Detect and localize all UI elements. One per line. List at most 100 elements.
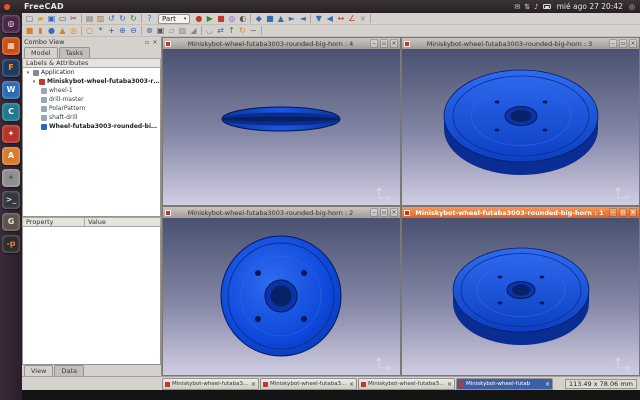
minimize-icon[interactable]: – <box>370 39 378 48</box>
paste-icon[interactable]: ▥ <box>95 13 106 24</box>
part-tube-icon[interactable]: ○ <box>84 25 95 36</box>
tree-item-drill-master[interactable]: drill-master <box>23 95 160 104</box>
revolve-icon[interactable]: ↻ <box>237 25 248 36</box>
session-indicator[interactable]: ◎ <box>629 3 635 11</box>
boolean-intersection-icon[interactable]: ⊗ <box>144 25 155 36</box>
extrude-icon[interactable]: ↑ <box>226 25 237 36</box>
launcher-item-terminal[interactable]: >_ <box>2 191 20 209</box>
tab-tasks[interactable]: Tasks <box>58 47 90 58</box>
panel-close-icon[interactable]: × <box>151 39 159 46</box>
minimize-icon[interactable]: – <box>609 39 617 48</box>
viewport-3[interactable] <box>402 49 639 205</box>
part-cone-icon[interactable]: ▲ <box>57 25 68 36</box>
measure-angle-icon[interactable]: ∠ <box>346 13 357 24</box>
maximize-icon[interactable]: ▫ <box>619 208 627 217</box>
expander-icon[interactable]: ▾ <box>31 79 37 85</box>
launcher-item-freecad[interactable]: ✦ <box>2 125 20 143</box>
battery-indicator[interactable] <box>542 4 551 9</box>
part-box-icon[interactable]: ■ <box>24 25 35 36</box>
tree-item-application[interactable]: ▾ Application <box>23 68 160 77</box>
maximize-icon[interactable]: ▫ <box>619 39 627 48</box>
whats-this-icon[interactable]: ? <box>144 13 155 24</box>
make-compound-icon[interactable]: ▣ <box>155 25 166 36</box>
macro-stop-icon[interactable]: ■ <box>215 13 226 24</box>
property-editor[interactable] <box>22 226 161 365</box>
sound-indicator[interactable]: ♪ <box>534 3 538 11</box>
tab-model[interactable]: Model <box>24 47 58 58</box>
minimize-icon[interactable]: – <box>370 208 378 217</box>
part-torus-icon[interactable]: ◎ <box>68 25 79 36</box>
boolean-cut-icon[interactable]: ⊖ <box>128 25 139 36</box>
tab-view[interactable]: View <box>24 365 54 376</box>
view-bottom-icon[interactable]: ▼ <box>313 13 324 24</box>
view-front-icon[interactable]: ■ <box>264 13 275 24</box>
measure-distance-icon[interactable]: ↔ <box>335 13 346 24</box>
close-tab-icon[interactable]: × <box>545 381 550 388</box>
clear-measurement-icon[interactable]: × <box>357 13 368 24</box>
window-tab-2[interactable]: Miniskybot-wheel-futaba3003-rounded-big-… <box>260 378 357 390</box>
view-top-icon[interactable]: ▲ <box>275 13 286 24</box>
launcher-item-files[interactable]: ▦ <box>2 37 20 55</box>
launcher-item-gimp[interactable]: G <box>2 213 20 231</box>
print-icon[interactable]: ▭ <box>57 13 68 24</box>
part-cylinder-icon[interactable]: ▮ <box>35 25 46 36</box>
view-rear-icon[interactable]: ◄ <box>297 13 308 24</box>
network-indicator[interactable]: ⇅ <box>524 3 530 11</box>
launcher-item-libreoffice-calc[interactable]: C <box>2 103 20 121</box>
close-tab-icon[interactable]: × <box>251 381 256 388</box>
close-icon[interactable]: × <box>629 208 637 217</box>
close-icon[interactable]: × <box>629 39 637 48</box>
tree-item-polarpattern[interactable]: PolarPattern <box>23 104 160 113</box>
tree-item-wheel-futaba3003-rounded-big-horn[interactable]: Wheel-futaba3003-rounded-big-horn <box>23 122 160 131</box>
macro-execute-icon[interactable]: ▶ <box>204 13 215 24</box>
launcher-item-system-settings[interactable]: ✦ <box>2 169 20 187</box>
clock-indicator[interactable]: mié ago 27 20:42 <box>557 2 623 11</box>
launcher-item-dash-home[interactable]: ◎ <box>2 15 20 33</box>
launcher-item-app-p[interactable]: -p <box>2 235 20 253</box>
close-tab-icon[interactable]: × <box>447 381 452 388</box>
tree-item-shaft-drill[interactable]: shaft-drill <box>23 113 160 122</box>
chamfer-icon[interactable]: ◢ <box>188 25 199 36</box>
tree-item-document[interactable]: ▾ Miniskybot-wheel-futaba3003-rounded-bi… <box>23 77 160 86</box>
cross-sections-icon[interactable]: ▨ <box>177 25 188 36</box>
new-document-icon[interactable]: ▢ <box>24 13 35 24</box>
copy-icon[interactable]: ▤ <box>84 13 95 24</box>
window-tab-4[interactable]: Miniskybot-wheel-futab × <box>456 378 553 390</box>
window-tab-3[interactable]: Miniskybot-wheel-futaba3003-rounded-big-… <box>358 378 455 390</box>
subwindow-3-titlebar[interactable]: Miniskybot-wheel-futaba3003-rounded-big-… <box>402 38 639 49</box>
window-tab-1[interactable]: Miniskybot-wheel-futaba3003-rounded-big-… <box>162 378 259 390</box>
tab-data[interactable]: Data <box>54 365 84 376</box>
mirror-icon[interactable]: ⇄ <box>215 25 226 36</box>
launcher-item-firefox[interactable]: F <box>2 59 20 77</box>
subwindow-2-titlebar[interactable]: Miniskybot-wheel-futaba3003-rounded-big-… <box>163 207 400 218</box>
viewport-1[interactable] <box>402 218 639 375</box>
workbench-selector[interactable]: Part ▾ <box>158 13 191 24</box>
section-icon[interactable]: ▱ <box>166 25 177 36</box>
viewport-2[interactable] <box>163 218 400 375</box>
create-primitives-icon[interactable]: * <box>95 25 106 36</box>
save-document-icon[interactable]: ▣ <box>46 13 57 24</box>
refresh-icon[interactable]: ↻ <box>128 13 139 24</box>
shape-builder-icon[interactable]: + <box>106 25 117 36</box>
boolean-union-icon[interactable]: ⊕ <box>117 25 128 36</box>
subwindow-1-titlebar[interactable]: Miniskybot-wheel-futaba3003-rounded-big-… <box>402 207 639 218</box>
combo-view-titlebar[interactable]: Combo View ▫ × <box>22 37 161 47</box>
tree-item-wheel-1[interactable]: wheel-1 <box>23 86 160 95</box>
expander-icon[interactable]: ▾ <box>25 70 31 76</box>
view-right-icon[interactable]: ► <box>286 13 297 24</box>
ubuntu-logo-icon[interactable] <box>4 3 10 10</box>
close-icon[interactable]: × <box>390 208 398 217</box>
view-left-icon[interactable]: ◀ <box>324 13 335 24</box>
viewport-4[interactable] <box>163 49 400 205</box>
macro-record-icon[interactable]: ● <box>193 13 204 24</box>
close-icon[interactable]: × <box>390 39 398 48</box>
fit-all-icon[interactable]: ◎ <box>226 13 237 24</box>
fillet-icon[interactable]: ◡ <box>204 25 215 36</box>
redo-icon[interactable]: ↻ <box>117 13 128 24</box>
minimize-icon[interactable]: – <box>609 208 617 217</box>
launcher-item-software-center[interactable]: A <box>2 147 20 165</box>
cut-icon[interactable]: ✂ <box>68 13 79 24</box>
subwindow-4-titlebar[interactable]: Miniskybot-wheel-futaba3003-rounded-big-… <box>163 38 400 49</box>
messages-indicator[interactable]: ✉ <box>514 3 520 11</box>
draw-style-icon[interactable]: ◐ <box>237 13 248 24</box>
